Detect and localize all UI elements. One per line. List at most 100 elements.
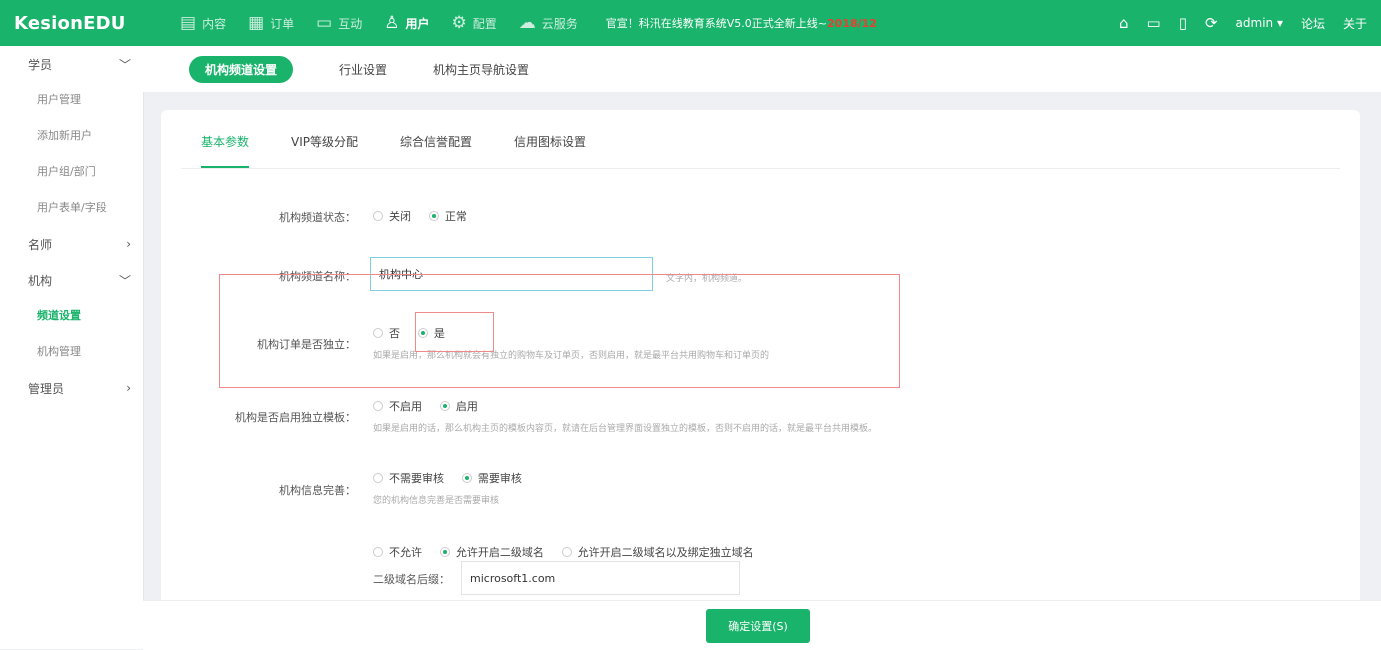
sidebar-group-label: 管理员 <box>28 381 65 396</box>
sidebar-group-teachers[interactable]: 名师 › <box>0 226 143 262</box>
domain-radio-subdomain[interactable]: 允许开启二级域名 <box>439 544 544 560</box>
chevron-right-icon: › <box>126 237 131 251</box>
sidebar-group-admins[interactable]: 管理员 › <box>0 370 143 406</box>
radio-label: 启用 <box>455 400 478 413</box>
sidebar-group-students[interactable]: 学员 ﹀ <box>0 46 143 82</box>
status-label: 机构频道状态： <box>279 211 356 224</box>
domain-suffix-label: 二级域名后缀： <box>373 573 450 586</box>
sidebar-item-user-groups[interactable]: 用户组/部门 <box>0 154 143 190</box>
monitor-icon[interactable]: ▭ <box>1147 14 1161 32</box>
audit-hint: 您的机构信息完善是否需要审核 <box>373 496 500 506</box>
radio-label: 需要审核 <box>477 472 522 485</box>
topnav-item-users[interactable]: ♙ 用户 <box>384 13 429 33</box>
topnav-item-cloud[interactable]: ☁ 云服务 <box>519 13 578 33</box>
radio-label: 正常 <box>444 210 467 223</box>
status-radio-normal[interactable]: 正常 <box>428 208 467 224</box>
sidebar-item-add-user[interactable]: 添加新用户 <box>0 118 143 154</box>
status-radio-group: 关闭 正常 <box>373 208 481 224</box>
topnav-label: 内容 <box>202 16 227 31</box>
sidebar: 学员 ﹀ 用户管理 添加新用户 用户组/部门 用户表单/字段 名师 › 机构 ﹀… <box>0 46 144 649</box>
topnav-item-interaction[interactable]: ▭ 互动 <box>316 13 362 33</box>
radio-dot-selected <box>439 401 450 411</box>
domain-radio-disallow[interactable]: 不允许 <box>373 544 422 560</box>
clipboard-icon: ▦ <box>248 13 265 33</box>
refresh-icon[interactable]: ⟳ <box>1205 14 1218 32</box>
about-link[interactable]: 关于 <box>1343 15 1367 32</box>
radio-dot <box>373 211 383 221</box>
chevron-down-icon: ﹀ <box>118 57 131 72</box>
domain-suffix-field-wrap <box>461 561 740 595</box>
user-menu[interactable]: admin ▾ <box>1236 16 1283 30</box>
forum-link[interactable]: 论坛 <box>1301 15 1325 32</box>
audit-radio-review[interactable]: 需要审核 <box>461 470 522 486</box>
radio-dot-selected <box>428 211 439 221</box>
template-radio-enable[interactable]: 启用 <box>439 398 478 414</box>
top-bar: KesionEDU ▤ 内容 ▦ 订单 ▭ 互动 ♙ 用户 ⚙ 配置 ☁ 云服务… <box>0 0 1381 46</box>
sidebar-item-institution-management[interactable]: 机构管理 <box>0 334 143 370</box>
subtab-channel-settings[interactable]: 机构频道设置 <box>189 55 294 83</box>
chevron-down-icon: ﹀ <box>118 273 131 288</box>
radio-dot <box>373 547 383 557</box>
chat-icon: ▭ <box>316 13 333 33</box>
document-icon: ▤ <box>180 13 197 33</box>
sidebar-item-user-management[interactable]: 用户管理 <box>0 82 143 118</box>
topnav-item-content[interactable]: ▤ 内容 <box>180 13 226 33</box>
sidebar-item-channel-settings[interactable]: 频道设置 <box>0 298 143 334</box>
top-nav: ▤ 内容 ▦ 订单 ▭ 互动 ♙ 用户 ⚙ 配置 ☁ 云服务 官宣！科汛在线教育… <box>180 13 877 33</box>
home-icon[interactable]: ⌂ <box>1119 14 1129 32</box>
template-radio-group: 不启用 启用 <box>373 398 492 414</box>
confirm-settings-button[interactable]: 确定设置(S) <box>706 609 810 643</box>
user-icon: ♙ <box>384 13 400 33</box>
domain-radio-subdomain-custom[interactable]: 允许开启二级域名以及绑定独立域名 <box>561 544 754 560</box>
chevron-right-icon: › <box>126 381 131 395</box>
template-hint: 如果是启用的话，那么机构主页的模板内容页，就请在后台管理界面设置独立的模板，否则… <box>373 424 878 434</box>
radio-label: 关闭 <box>389 210 411 223</box>
notice-text: 官宣！科汛在线教育系统V5.0正式全新上线~ <box>605 17 828 30</box>
radio-label: 不允许 <box>389 546 422 559</box>
highlight-box <box>219 274 900 388</box>
tab-reputation[interactable]: 综合信誉配置 <box>400 133 472 168</box>
notice-date: 2018/12 <box>827 17 877 30</box>
sidebar-group-label: 机构 <box>28 273 53 288</box>
tab-basic-params[interactable]: 基本参数 <box>201 133 250 168</box>
radio-dot-selected <box>439 547 450 557</box>
subtab-homepage-nav-settings[interactable]: 机构主页导航设置 <box>433 61 529 78</box>
topnav-label: 用户 <box>405 16 430 31</box>
topnav-label: 配置 <box>472 16 497 31</box>
top-right-toolbar: ⌂ ▭ ▯ ⟳ admin ▾ 论坛 关于 <box>1101 0 1367 46</box>
status-radio-closed[interactable]: 关闭 <box>373 208 411 224</box>
radio-label: 允许开启二级域名以及绑定独立域名 <box>577 546 754 559</box>
tab-vip-levels[interactable]: VIP等级分配 <box>291 133 358 168</box>
radio-dot <box>373 473 383 483</box>
radio-label: 不启用 <box>389 400 422 413</box>
domain-radio-group: 不允许 允许开启二级域名 允许开启二级域名以及绑定独立域名 <box>373 544 768 560</box>
topnav-item-orders[interactable]: ▦ 订单 <box>248 13 294 33</box>
radio-dot <box>373 401 383 411</box>
template-label: 机构是否启用独立模板： <box>235 411 356 424</box>
tab-credit-icons[interactable]: 信用图标设置 <box>514 133 586 168</box>
app-logo[interactable]: KesionEDU <box>0 13 143 34</box>
sidebar-group-label: 学员 <box>28 57 53 72</box>
mobile-icon[interactable]: ▯ <box>1179 14 1187 32</box>
subtab-industry-settings[interactable]: 行业设置 <box>339 61 387 78</box>
topnav-label: 订单 <box>270 16 295 31</box>
radio-dot-selected <box>461 473 472 483</box>
highlight-box-yes-option <box>415 312 494 352</box>
bottom-bar: 确定设置(S) <box>143 600 1381 650</box>
domain-suffix-input[interactable] <box>461 561 740 595</box>
sub-tabs: 机构频道设置 行业设置 机构主页导航设置 <box>143 46 1381 92</box>
topnav-label: 互动 <box>338 16 363 31</box>
settings-panel: 基本参数 VIP等级分配 综合信誉配置 信用图标设置 机构频道状态： 关闭 正常… <box>161 110 1360 610</box>
sidebar-group-institutions[interactable]: 机构 ﹀ <box>0 262 143 298</box>
gear-icon: ⚙ <box>451 13 467 33</box>
settings-tabs: 基本参数 VIP等级分配 综合信誉配置 信用图标设置 <box>181 110 1340 169</box>
topnav-item-config[interactable]: ⚙ 配置 <box>452 13 497 33</box>
sidebar-item-user-forms[interactable]: 用户表单/字段 <box>0 190 143 226</box>
template-radio-disable[interactable]: 不启用 <box>373 398 422 414</box>
audit-radio-no-review[interactable]: 不需要审核 <box>373 470 444 486</box>
radio-dot <box>561 547 572 557</box>
cloud-icon: ☁ <box>518 13 536 33</box>
notice-banner[interactable]: 官宣！科汛在线教育系统V5.0正式全新上线~2018/12 <box>606 15 877 31</box>
topnav-label: 云服务 <box>541 16 578 31</box>
radio-label: 不需要审核 <box>389 472 444 485</box>
